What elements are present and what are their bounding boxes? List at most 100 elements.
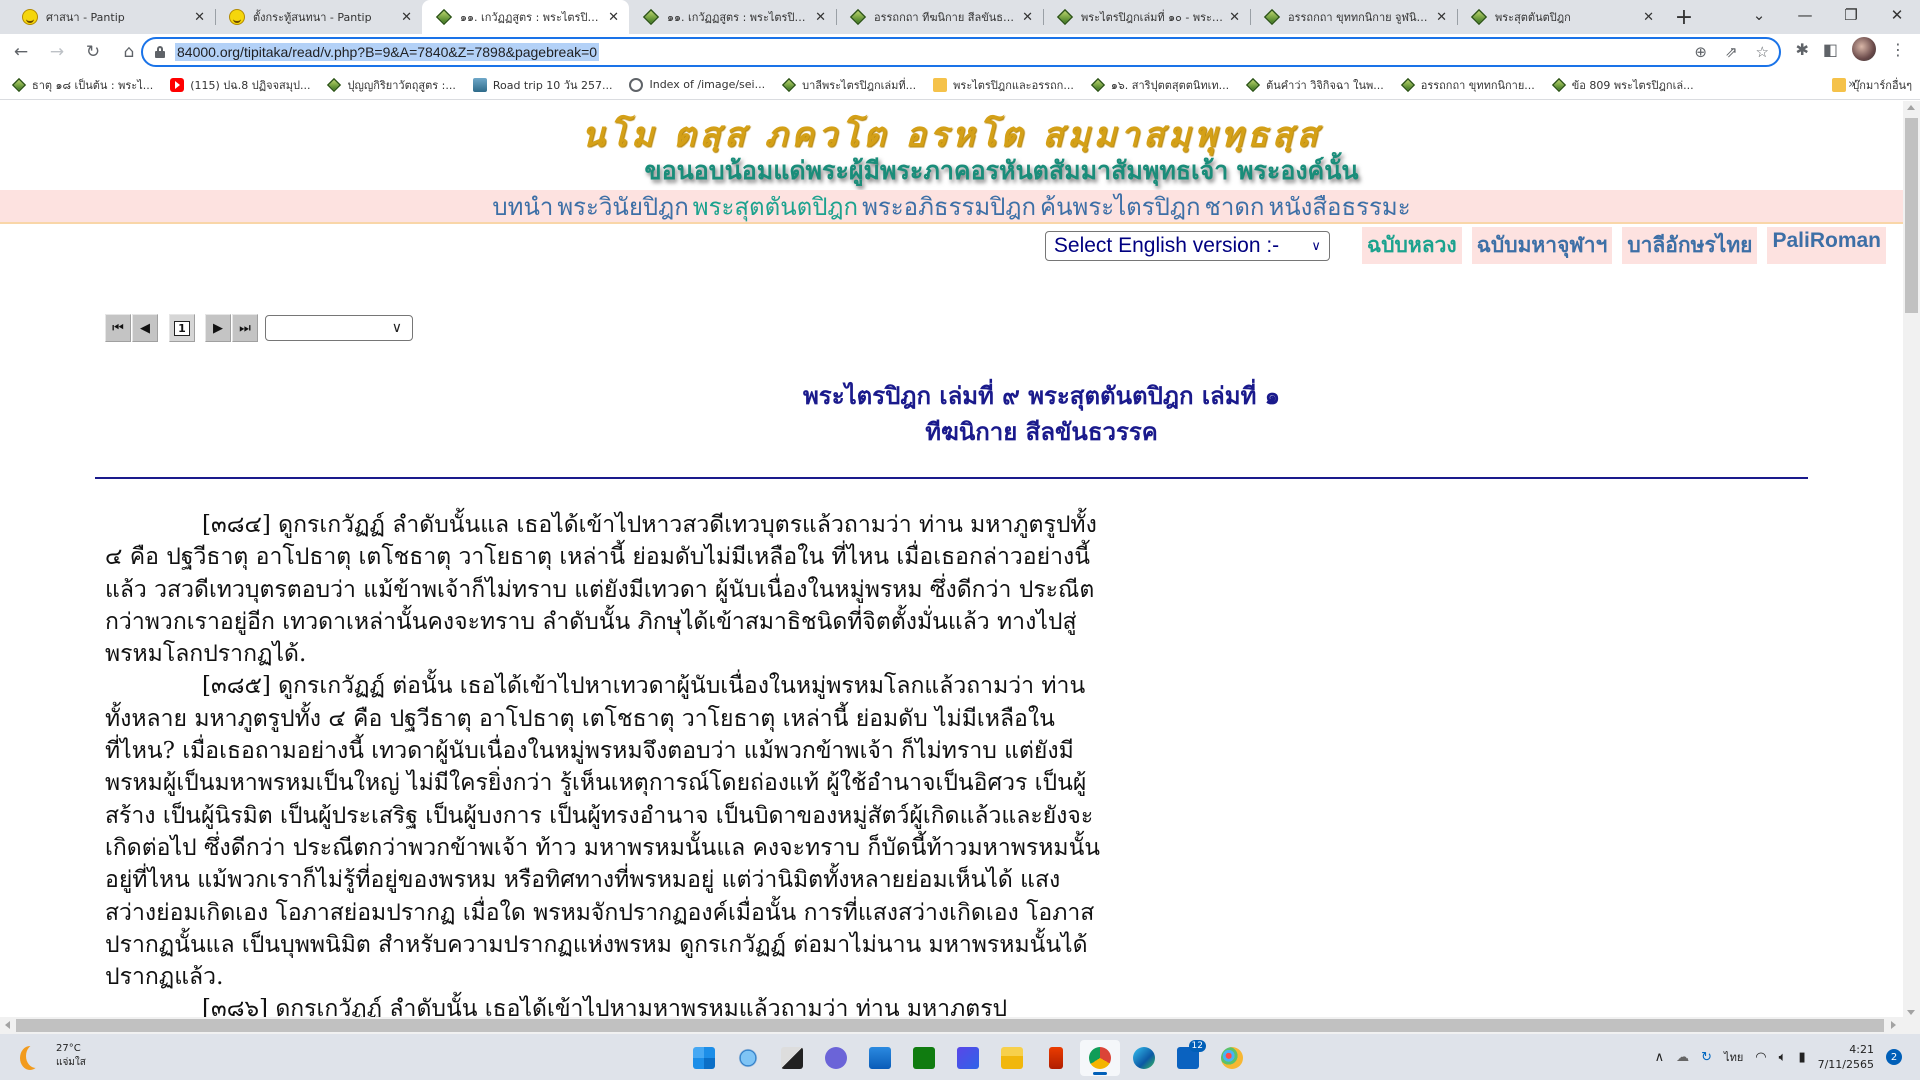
close-window-button[interactable]: ✕ bbox=[1874, 0, 1920, 30]
nav-link[interactable]: ค้นพระไตรปิฎก bbox=[1040, 193, 1201, 221]
restore-button[interactable]: ❐ bbox=[1828, 0, 1874, 30]
taskbar-app-chrome[interactable] bbox=[1080, 1040, 1120, 1076]
show-hidden-icons-chevron-icon[interactable]: ∧ bbox=[1655, 1050, 1665, 1065]
nav-link[interactable]: หนังสือธรรมะ bbox=[1268, 193, 1410, 221]
onedrive-error-icon[interactable]: ☁ bbox=[1676, 1050, 1689, 1065]
edition-link[interactable]: บาลีอักษรไทย bbox=[1622, 227, 1758, 264]
diamond-favicon-icon bbox=[781, 77, 797, 92]
taskbar-app-app-m[interactable] bbox=[948, 1040, 988, 1076]
vertical-scroll-thumb[interactable] bbox=[1905, 118, 1918, 313]
bookmark-item[interactable]: ธาตุ ๑๘ เป็นต้น : พระไ... bbox=[11, 76, 153, 94]
last-page-button[interactable]: ⏭ bbox=[232, 314, 258, 342]
close-tab-icon[interactable]: ✕ bbox=[1643, 10, 1654, 25]
bookmark-item[interactable]: Index of /image/sei... bbox=[629, 76, 765, 94]
taskbar-app-xbox[interactable] bbox=[904, 1040, 944, 1076]
browser-tab[interactable]: พระสุตตันตปิฎก ✕ bbox=[1457, 0, 1664, 34]
taskbar-app-search[interactable] bbox=[728, 1040, 768, 1076]
bookmark-item[interactable]: Road trip 10 วัน 257... bbox=[472, 76, 612, 94]
zoom-icon[interactable]: ⊕ bbox=[1694, 43, 1707, 61]
clock[interactable]: 4:21 7/11/2565 bbox=[1818, 1042, 1874, 1072]
forward-button[interactable]: → bbox=[42, 37, 72, 67]
close-tab-icon[interactable]: ✕ bbox=[1436, 10, 1447, 25]
close-tab-icon[interactable]: ✕ bbox=[1022, 10, 1033, 25]
english-version-select[interactable]: Select English version :- ∨ bbox=[1044, 230, 1330, 261]
nav-link[interactable]: พระอภิธรรมปิฎก bbox=[862, 193, 1036, 221]
other-bookmarks-folder[interactable]: บุ๊กมาร์กอื่นๆ bbox=[1832, 76, 1912, 94]
taskbar-app-file-explorer[interactable] bbox=[992, 1040, 1032, 1076]
bookmark-item[interactable]: (115) ปฉ.8 ปฏิจจสมุป... bbox=[170, 76, 310, 94]
browser-tab[interactable]: ศาสนา - Pantip ✕ bbox=[8, 0, 215, 34]
page-number-icon[interactable]: 1 bbox=[169, 314, 195, 342]
taskbar-app-office[interactable] bbox=[1036, 1040, 1076, 1076]
browser-tab[interactable]: ๑๑. เกวัฏฏสูตร : พระไตรปิฎกเล่มที่ ✕ bbox=[422, 0, 629, 34]
bookmark-item[interactable]: ข้อ 809 พระไตรปิฎกเล่... bbox=[1551, 76, 1694, 94]
horizontal-scrollbar[interactable] bbox=[0, 1017, 1920, 1034]
taskbar-app-phone-link[interactable]: 12 bbox=[1168, 1040, 1208, 1076]
nav-link[interactable]: พระสุตตันตปิฎก bbox=[693, 193, 858, 221]
lock-icon[interactable] bbox=[155, 46, 165, 58]
notification-badge[interactable]: 2 bbox=[1886, 1049, 1902, 1065]
address-bar[interactable]: 84000.org/tipitaka/read/v.php?B=9&A=7840… bbox=[141, 37, 1781, 67]
horizontal-scroll-thumb[interactable] bbox=[16, 1019, 1884, 1032]
browser-tab[interactable]: พระไตรปิฎกเล่มที่ ๑๐ - พระสุตตันตปิฎก ✕ bbox=[1043, 0, 1250, 34]
minimize-button[interactable]: — bbox=[1782, 0, 1828, 30]
vertical-scrollbar[interactable] bbox=[1903, 101, 1920, 1019]
reload-button[interactable]: ↻ bbox=[78, 37, 108, 67]
home-button[interactable]: ⌂ bbox=[114, 37, 144, 67]
url-text[interactable]: 84000.org/tipitaka/read/v.php?B=9&A=7840… bbox=[175, 43, 600, 61]
weather-widget[interactable]: 27°C แจ่มใส bbox=[18, 1042, 86, 1070]
scroll-right-arrow-icon[interactable] bbox=[1891, 1021, 1896, 1029]
close-tab-icon[interactable]: ✕ bbox=[608, 10, 619, 25]
volume-title-line2: ทีฆนิกาย สีลขันธวรรค bbox=[925, 418, 1158, 446]
next-page-button[interactable]: ▶ bbox=[205, 314, 231, 342]
close-tab-icon[interactable]: ✕ bbox=[1229, 10, 1240, 25]
first-page-button[interactable]: ⏮ bbox=[105, 314, 131, 342]
share-icon[interactable]: ⇗ bbox=[1725, 43, 1738, 61]
bookmark-star-icon[interactable]: ☆ bbox=[1756, 43, 1769, 61]
input-language-indicator[interactable]: ไทย bbox=[1724, 1048, 1743, 1066]
bookmark-item[interactable]: ๑๖. สาริปุตตสุตตนิทเท... bbox=[1090, 76, 1229, 94]
menu-kebab-icon[interactable]: ⋮ bbox=[1890, 40, 1906, 59]
edition-link[interactable]: ฉบับมหาจุฬาฯ bbox=[1471, 227, 1613, 264]
browser-tab[interactable]: อรรถกถา ขุททกนิกาย จูฬนิทเทส ✕ bbox=[1250, 0, 1457, 34]
xbox-icon bbox=[913, 1047, 935, 1069]
edition-link[interactable]: ฉบับหลวง bbox=[1361, 227, 1462, 264]
taskbar-app-edge[interactable] bbox=[1124, 1040, 1164, 1076]
taskbar-app-task-view[interactable] bbox=[772, 1040, 812, 1076]
volume-icon[interactable]: 🔈︎ bbox=[1779, 1050, 1787, 1065]
scroll-up-arrow-icon[interactable] bbox=[1907, 105, 1915, 110]
taskbar-app-paint[interactable] bbox=[1212, 1040, 1252, 1076]
close-tab-icon[interactable]: ✕ bbox=[194, 10, 205, 25]
wifi-icon[interactable]: ◠ bbox=[1755, 1050, 1766, 1065]
back-button[interactable]: ← bbox=[6, 37, 36, 67]
scroll-left-arrow-icon[interactable] bbox=[5, 1021, 10, 1029]
bookmark-item[interactable]: พระไตรปิฎกและอรรถก... bbox=[933, 76, 1074, 94]
nav-link[interactable]: บทนำ bbox=[492, 193, 553, 221]
bookmark-item[interactable]: ต้นคำว่า วิจิกิจฉา ในพ... bbox=[1246, 76, 1384, 94]
browser-tab[interactable]: ตั้งกระทู้สนทนา - Pantip ✕ bbox=[215, 0, 422, 34]
scroll-down-arrow-icon[interactable] bbox=[1907, 1010, 1915, 1015]
taskbar-app-start[interactable] bbox=[684, 1040, 724, 1076]
browser-tab[interactable]: ๑๑. เกวัฏฏสูตร : พระไตรปิฎกเล่มที่ ✕ bbox=[629, 0, 836, 34]
close-tab-icon[interactable]: ✕ bbox=[401, 10, 412, 25]
prev-page-button[interactable]: ◀ bbox=[132, 314, 158, 342]
page-jump-select[interactable]: ∨ bbox=[265, 315, 413, 341]
taskbar-app-mail[interactable] bbox=[860, 1040, 900, 1076]
sync-icon[interactable]: ↻ bbox=[1701, 1050, 1712, 1065]
tab-search-icon[interactable]: ⌄ bbox=[1736, 0, 1782, 30]
side-panel-icon[interactable]: ◧ bbox=[1823, 40, 1838, 59]
bookmark-item[interactable]: บาลีพระไตรปิฎกเล่มที่... bbox=[781, 76, 916, 94]
extensions-icon[interactable]: ✱ bbox=[1795, 40, 1808, 59]
battery-icon[interactable]: ▮ bbox=[1798, 1050, 1805, 1065]
browser-tab[interactable]: อรรถกถา ทีฆนิกาย สีลขันธวรรค ✕ bbox=[836, 0, 1043, 34]
taskbar-app-teams-chat[interactable] bbox=[816, 1040, 856, 1076]
edition-link[interactable]: PaliRoman bbox=[1767, 227, 1886, 264]
bookmark-item[interactable]: อรรถกถา ขุททกนิกาย... bbox=[1400, 76, 1535, 94]
bookmark-item[interactable]: ปุญญกิริยาวัตถุสูตร :... bbox=[327, 76, 456, 94]
nav-link[interactable]: ชาดก bbox=[1205, 193, 1265, 221]
profile-avatar[interactable] bbox=[1852, 37, 1876, 61]
new-tab-button[interactable]: + bbox=[1664, 0, 1704, 34]
volume-title: พระไตรปิฎก เล่มที่ ๙ พระสุตตันตปิฎก เล่ม… bbox=[0, 378, 1903, 450]
close-tab-icon[interactable]: ✕ bbox=[815, 10, 826, 25]
nav-link[interactable]: พระวินัยปิฎก bbox=[557, 193, 688, 221]
